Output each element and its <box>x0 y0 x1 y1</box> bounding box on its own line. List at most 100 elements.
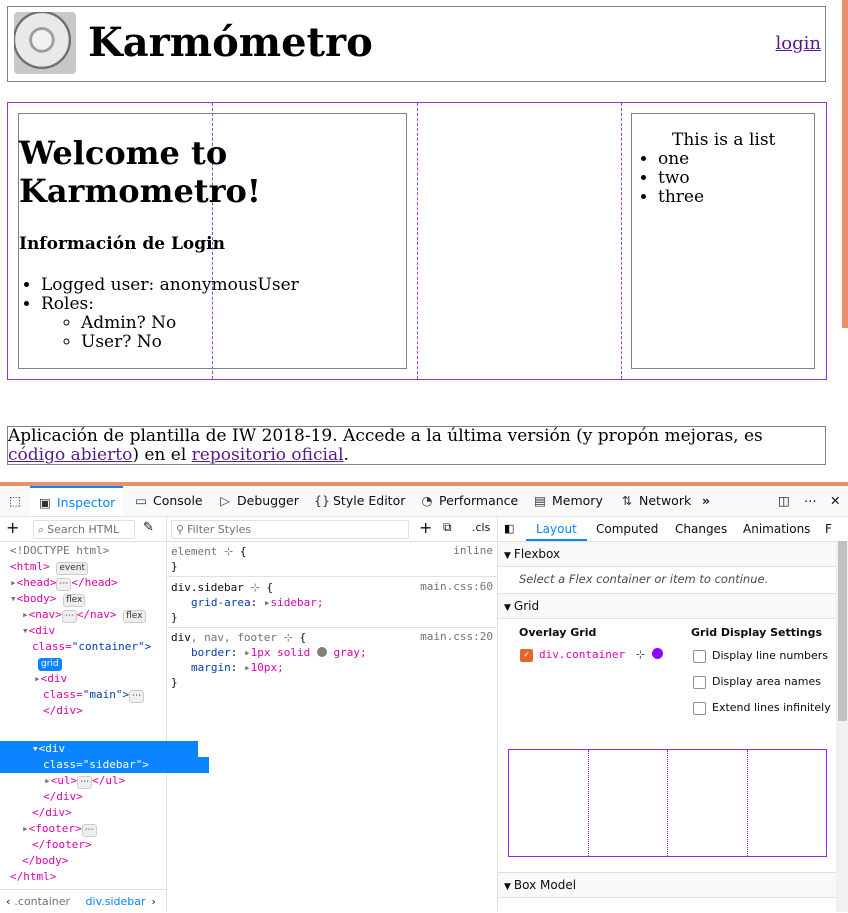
markup-line[interactable]: ▸<footer> ⋯ <box>0 821 188 837</box>
dock-icon[interactable]: ◫ <box>778 486 790 516</box>
add-rule-icon[interactable]: + <box>419 519 432 537</box>
overlay-color-swatch[interactable] <box>651 648 663 659</box>
target-icon[interactable]: ⊹ <box>636 648 645 661</box>
breadcrumb-item[interactable]: .container <box>14 895 70 908</box>
box-model-section-header[interactable]: ▼ Box Model <box>498 872 836 898</box>
flex-badge[interactable]: flex <box>123 610 146 623</box>
compass-logo <box>14 12 76 74</box>
tab-debugger[interactable]: ▷ Debugger <box>218 486 299 516</box>
page-scrollbar[interactable] <box>842 0 848 328</box>
color-swatch[interactable] <box>316 647 327 657</box>
expand-icon[interactable]: ▸ <box>10 576 17 589</box>
site-title: Karmómetro <box>88 19 373 66</box>
repository-link[interactable]: repositorio oficial <box>192 445 344 465</box>
more-tabs-icon[interactable]: » <box>702 486 710 516</box>
network-icon: ⇅ <box>621 493 633 508</box>
element-picker-icon[interactable]: ⬚ <box>6 486 24 516</box>
tab-changes[interactable]: Changes <box>675 517 727 541</box>
search-html-input[interactable]: ⌕ Search HTML <box>33 520 135 539</box>
sidebar-scrollbar-thumb[interactable] <box>838 541 847 721</box>
flex-badge[interactable]: flex <box>63 594 86 607</box>
event-badge[interactable]: event <box>56 562 89 575</box>
cls-toggle[interactable]: .cls <box>472 521 490 534</box>
login-link[interactable]: login <box>776 33 821 54</box>
overlay-grid-item[interactable]: ✓ div.container ⊹ <box>520 648 663 662</box>
declaration[interactable]: grid-area: ▸sidebar; <box>191 595 323 610</box>
tab-memory[interactable]: ▤ Memory <box>533 486 603 516</box>
open-source-link[interactable]: código abierto <box>8 445 132 465</box>
add-node-icon[interactable]: + <box>6 519 19 537</box>
tab-console[interactable]: ▭ Console <box>134 486 203 516</box>
option-display-line-numbers[interactable]: Display line numbers <box>693 649 828 663</box>
checkbox[interactable] <box>693 701 706 715</box>
eyedropper-icon[interactable]: ✎ <box>143 520 154 535</box>
markup-line[interactable]: ▾<body> flex <box>0 591 176 607</box>
divider <box>167 576 497 577</box>
divider <box>167 627 497 628</box>
breadcrumb-item-current[interactable]: div.sidebar <box>86 895 146 908</box>
footer-text: Aplicación de plantilla de IW 2018-19. A… <box>8 426 763 446</box>
markup-line[interactable]: <html> event <box>0 559 176 575</box>
declaration[interactable]: border: ▸1px solid gray; <box>191 645 367 660</box>
expand-icon[interactable]: ▸ <box>22 822 29 835</box>
markup-line[interactable]: ▸<nav> ⋯ </nav> flex <box>0 607 188 623</box>
rule-close: } <box>171 676 178 689</box>
overlay-checkbox[interactable]: ✓ <box>520 648 533 662</box>
expand-icon[interactable]: ▸ <box>34 672 41 685</box>
markup-line[interactable]: ▾<div <box>0 623 188 639</box>
checkbox[interactable] <box>693 675 706 689</box>
markup-line[interactable]: <!DOCTYPE html> <box>0 543 176 559</box>
tab-network[interactable]: ⇅ Network <box>620 486 691 516</box>
grid-outline-preview[interactable] <box>508 749 827 857</box>
footer-text: . <box>343 445 349 465</box>
roles-list: Admin? No User? No <box>41 314 299 352</box>
main-section: Welcome to Karmometro! Información de Lo… <box>18 113 407 369</box>
rule-source: inline <box>453 544 493 557</box>
console-icon: ▭ <box>135 493 147 508</box>
filter-styles-input[interactable]: ⚲ Filter Styles <box>171 520 409 539</box>
grid-badge[interactable]: grid <box>38 658 62 671</box>
tab-computed[interactable]: Computed <box>596 517 658 541</box>
collapse-icon[interactable]: ▾ <box>22 624 29 637</box>
roles-label: Roles: <box>41 294 94 314</box>
chevron-down-icon: ▼ <box>504 882 511 892</box>
expand-icon[interactable]: ▸ <box>22 608 29 621</box>
list-item: three <box>658 188 704 207</box>
tab-performance[interactable]: ◔ Performance <box>420 486 519 516</box>
toggle-sidebar-icon[interactable]: ◧ <box>504 517 514 541</box>
rule-source-link[interactable]: main.css:60 <box>420 580 493 593</box>
markup-line[interactable]: </html> <box>0 869 176 885</box>
target-icon[interactable]: ⊹ <box>284 631 293 644</box>
flexbox-section-header[interactable]: ▼ Flexbox <box>498 541 836 567</box>
list-item: two <box>658 169 704 188</box>
search-icon: ⌕ <box>38 523 45 536</box>
more-options-icon[interactable]: ⋯ <box>804 486 817 516</box>
layout-panel: ◧ Layout Computed Changes Animations F ▼… <box>498 517 848 912</box>
collapse-icon[interactable]: ▾ <box>32 742 39 755</box>
grid-section-header[interactable]: ▼ Grid <box>498 593 836 619</box>
debugger-icon: ▷ <box>220 493 230 508</box>
markup-line[interactable]: </body> <box>0 853 188 869</box>
declaration[interactable]: margin: ▸10px; <box>191 660 284 675</box>
tab-more[interactable]: F <box>825 517 832 541</box>
target-icon[interactable]: ⊹ <box>224 545 233 558</box>
markup-line[interactable]: ▸<head> ⋯ </head> <box>0 575 176 591</box>
tab-layout[interactable]: Layout <box>526 517 587 541</box>
close-icon[interactable]: ✕ <box>830 486 840 516</box>
tab-style-editor[interactable]: {} Style Editor <box>314 486 405 516</box>
rule-selector[interactable]: div, nav, footer ⊹ { <box>171 630 306 645</box>
option-extend-lines[interactable]: Extend lines infinitely <box>693 701 831 715</box>
target-icon[interactable]: ⊹ <box>250 581 259 594</box>
rules-toolbar: ⚲ Filter Styles + ⧉ .cls <box>167 517 497 542</box>
collapse-icon[interactable]: ▾ <box>10 592 17 605</box>
option-display-area-names[interactable]: Display area names <box>693 675 821 689</box>
rule-source-link[interactable]: main.css:20 <box>420 630 493 643</box>
tab-inspector[interactable]: ▣ Inspector <box>30 486 124 516</box>
chevron-left-icon[interactable]: ‹ <box>6 895 10 908</box>
checkbox[interactable] <box>693 649 706 663</box>
tab-animations[interactable]: Animations <box>743 517 810 541</box>
chevron-right-icon[interactable]: › <box>152 895 156 908</box>
expand-icon[interactable]: ▸ <box>44 774 51 787</box>
rule-selector[interactable]: div.sidebar ⊹ { <box>171 580 273 595</box>
pseudo-class-icon[interactable]: ⧉ <box>443 520 452 535</box>
